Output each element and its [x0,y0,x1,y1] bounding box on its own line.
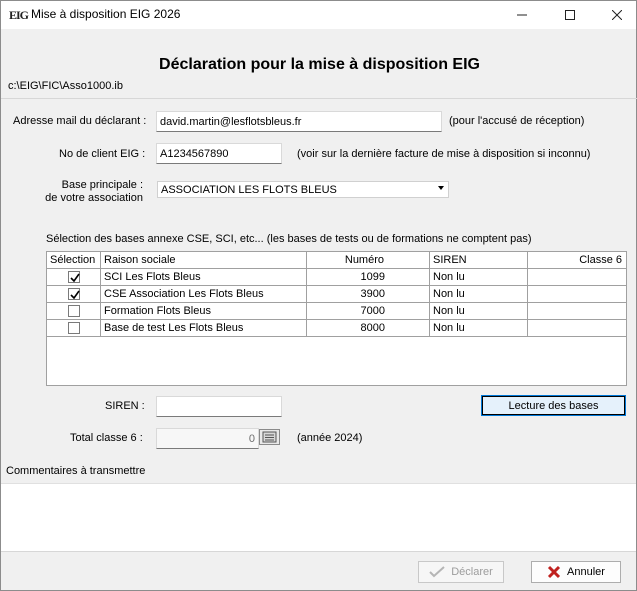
col-selection[interactable]: Sélection [47,252,101,269]
total-hint: (année 2024) [297,432,363,444]
maximize-button[interactable] [547,1,593,29]
cancel-button[interactable]: Annuler [531,561,621,583]
email-field[interactable]: david.martin@lesflotsbleus.fr [156,111,442,132]
comments-textarea[interactable] [1,483,636,551]
check-icon [70,290,80,300]
cell-numero: 8000 [360,322,385,334]
cell-siren: Non lu [433,288,465,300]
total-field: 0 [156,428,259,449]
base-label-line1: Base principale : [61,179,143,191]
app-window: EIG Mise à disposition EIG 2026 Déclarat… [0,0,637,591]
col-numero-label: Numéro [344,254,384,266]
selection-checkbox[interactable] [68,322,80,334]
cell-numero: 3900 [360,288,385,300]
cell-siren: Non lu [433,322,465,334]
client-hint: (voir sur la dernière facture de mise à … [297,148,591,160]
table-row[interactable]: Formation Flots Bleus 7000 Non lu [47,303,626,320]
calculator-button[interactable] [259,429,280,445]
declare-button[interactable]: Déclarer [418,561,504,583]
cell-raison: Base de test Les Flots Bleus [104,322,244,334]
cell-siren: Non lu [433,271,465,283]
title-bar: EIG Mise à disposition EIG 2026 [1,1,636,29]
lecture-bases-button[interactable]: Lecture des bases [481,395,626,416]
cancel-label: Annuler [567,566,605,578]
check-icon [429,566,445,578]
email-label: Adresse mail du déclarant : [13,115,147,127]
cell-numero: 1099 [360,271,385,283]
cell-classe6 [528,269,626,286]
table-header: Sélection Raison sociale Numéro SIREN Cl… [47,252,626,269]
email-hint: (pour l'accusé de réception) [449,115,585,127]
cell-siren: Non lu [433,305,465,317]
cell-classe6 [528,303,626,320]
cell-classe6 [528,320,626,337]
divider [1,551,636,552]
window-title: Mise à disposition EIG 2026 [31,7,181,21]
page-title: Déclaration pour la mise à disposition E… [159,56,480,73]
table-row[interactable]: Base de test Les Flots Bleus 8000 Non lu [47,320,626,337]
siren-label: SIREN : [105,400,145,412]
cell-classe6 [528,286,626,303]
app-logo: EIG [9,8,29,22]
col-raison-sociale[interactable]: Raison sociale [101,252,307,269]
base-select-value: ASSOCIATION LES FLOTS BLEUS [161,184,337,196]
annex-label: Sélection des bases annexe CSE, SCI, etc… [46,233,532,245]
check-icon [70,273,80,283]
close-icon [547,565,561,579]
client-number-field[interactable]: A1234567890 [156,143,282,164]
annex-table: Sélection Raison sociale Numéro SIREN Cl… [46,251,627,386]
declare-label: Déclarer [451,566,493,578]
minimize-button[interactable] [499,1,545,29]
base-select[interactable]: ASSOCIATION LES FLOTS BLEUS [157,181,449,198]
cell-raison: Formation Flots Bleus [104,305,211,317]
selection-checkbox[interactable] [68,288,80,300]
col-classe6[interactable]: Classe 6 [528,252,626,269]
col-numero[interactable]: Numéro [307,252,430,269]
total-label: Total classe 6 : [70,432,143,444]
cell-raison: CSE Association Les Flots Bleus [104,288,264,300]
base-label: Base principale : de votre association [31,179,143,205]
close-button[interactable] [594,1,637,29]
close-icon [612,10,622,20]
chevron-down-icon [438,186,444,190]
cell-raison: SCI Les Flots Bleus [104,271,201,283]
file-path: c:\EIG\FIC\Asso1000.ib [8,80,123,92]
client-label: No de client EIG : [59,148,146,160]
selection-checkbox[interactable] [68,305,80,317]
minimize-icon [517,14,527,16]
comments-label: Commentaires à transmettre [6,465,146,477]
col-siren[interactable]: SIREN [430,252,528,269]
calculator-icon [262,431,277,443]
base-label-line2: de votre association [45,192,143,204]
selection-checkbox[interactable] [68,271,80,283]
maximize-icon [565,10,575,20]
siren-field[interactable] [156,396,282,417]
divider [1,98,637,99]
table-row[interactable]: CSE Association Les Flots Bleus 3900 Non… [47,286,626,303]
cell-numero: 7000 [360,305,385,317]
table-row[interactable]: SCI Les Flots Bleus 1099 Non lu [47,269,626,286]
